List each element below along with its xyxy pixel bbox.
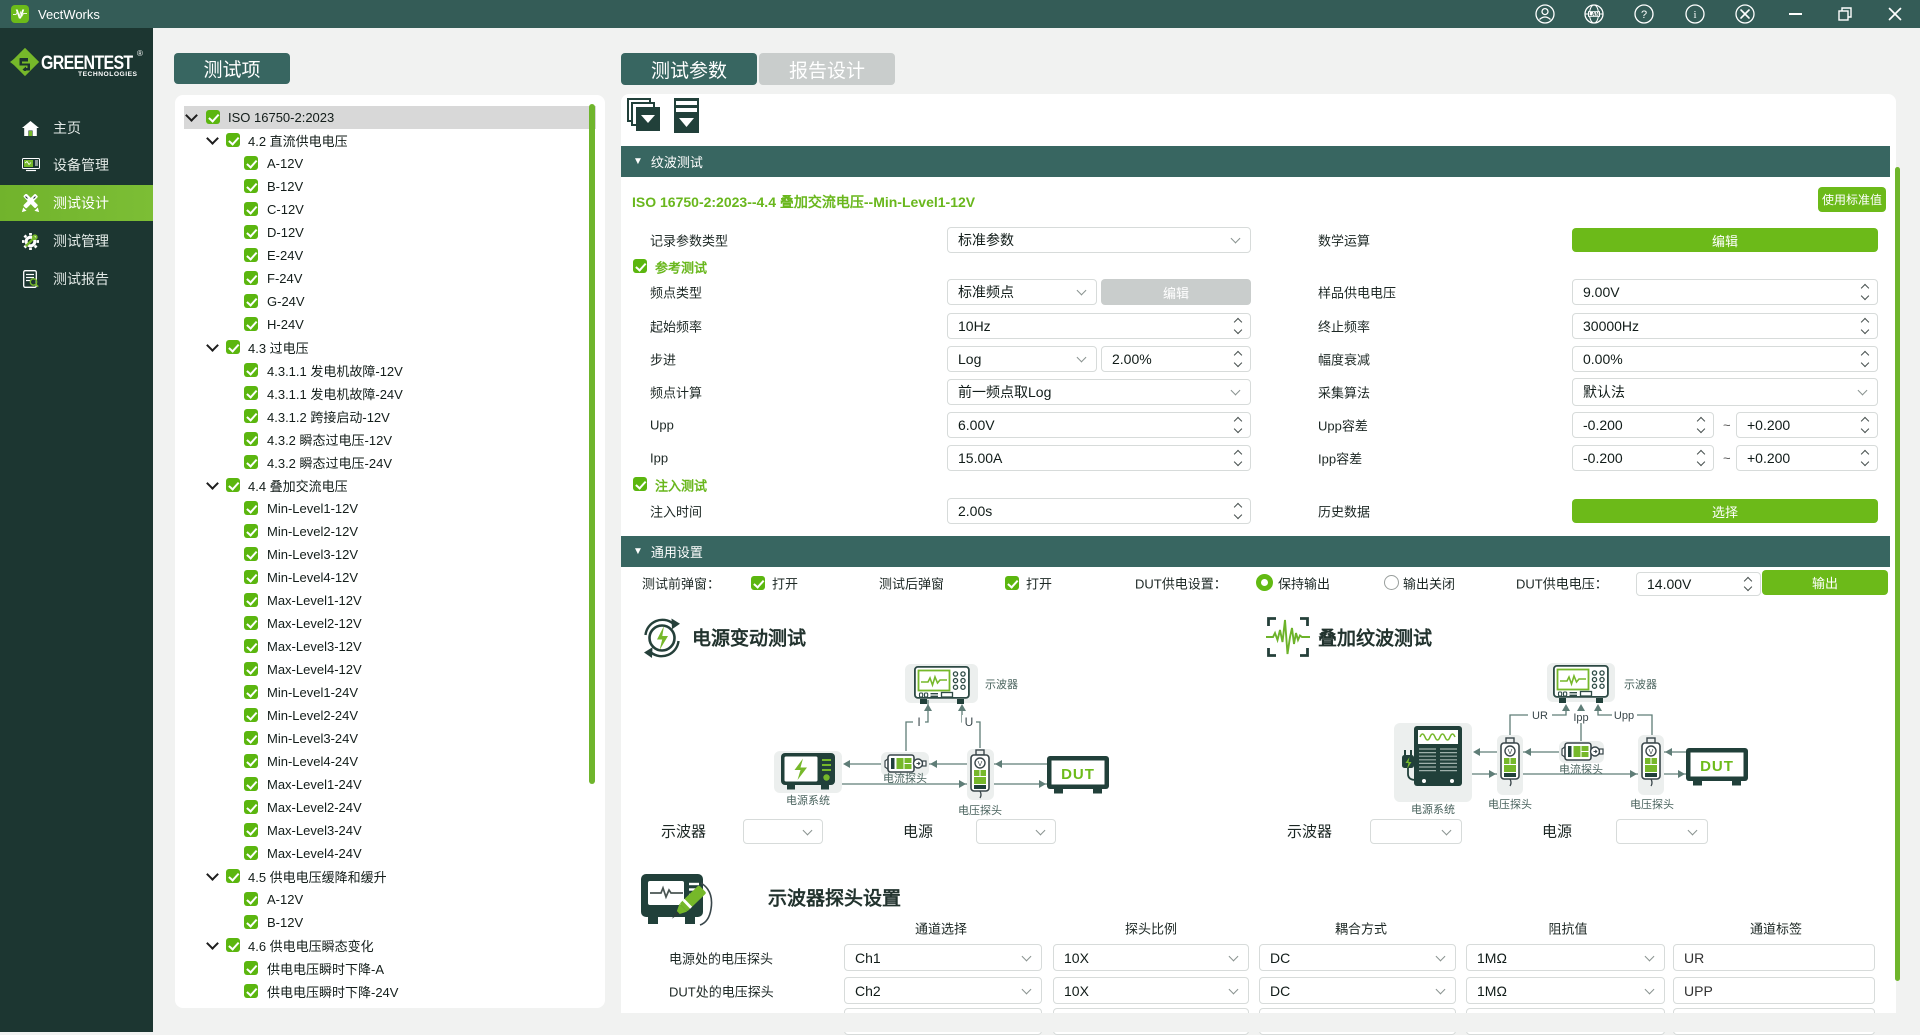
svg-text:电压探头: 电压探头 [1488,798,1532,811]
svg-text:V: V [978,761,983,768]
svg-text:Upp: Upp [1614,710,1634,722]
svg-text:示波器: 示波器 [985,678,1018,691]
svg-text:U: U [965,715,974,729]
svg-text:LAN: LAN [1589,12,1600,18]
svg-text:I: I [917,715,920,729]
svg-text:电流探头: 电流探头 [883,771,927,785]
svg-text:电压探头: 电压探头 [1630,798,1674,811]
svg-text:电源系统: 电源系统 [786,793,830,807]
svg-text:DUT: DUT [1061,766,1095,783]
svg-text:V: V [1649,749,1654,756]
svg-text:UR: UR [1532,710,1548,722]
svg-text:i: i [1693,9,1696,21]
svg-text:电压探头: 电压探头 [958,804,1002,817]
svg-text:DUT: DUT [1700,758,1734,775]
svg-text:V: V [1508,749,1513,756]
svg-text:示波器: 示波器 [1624,678,1657,691]
svg-text:Ipp: Ipp [1573,712,1588,724]
svg-text:电源系统: 电源系统 [1411,802,1455,816]
svg-text:?: ? [1641,9,1647,21]
